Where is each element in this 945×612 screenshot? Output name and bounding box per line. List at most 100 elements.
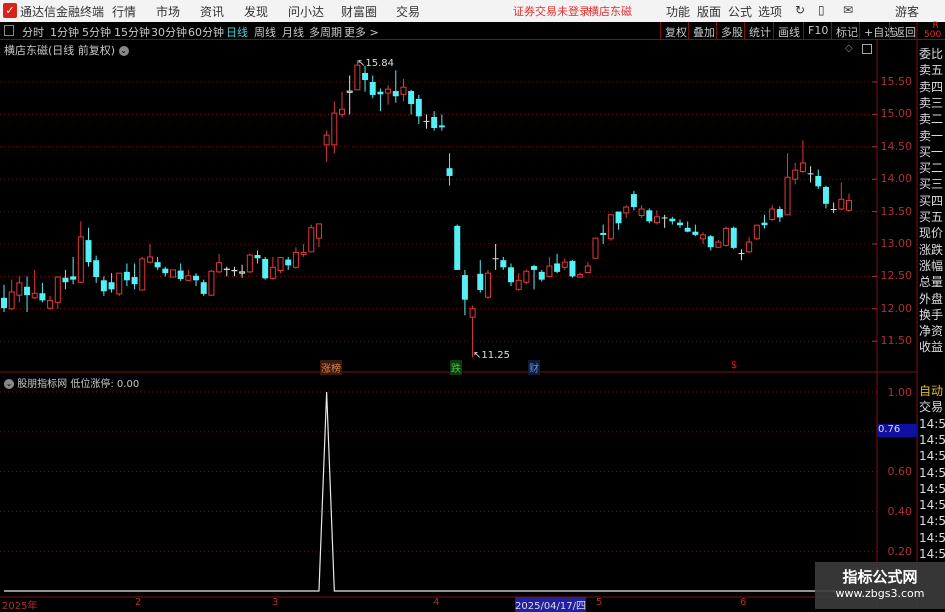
candle-body-down xyxy=(362,72,369,81)
candle-body-up xyxy=(546,265,553,277)
candle-body-down xyxy=(692,231,699,235)
indicator-tick: 0.20 xyxy=(887,545,913,558)
candle-body-up xyxy=(277,257,284,272)
candle-body-down xyxy=(24,286,31,296)
candle-body-up xyxy=(315,223,322,239)
candle-body-down xyxy=(62,277,69,283)
candle-body-up xyxy=(31,292,38,299)
candle-body-down xyxy=(108,282,115,290)
quote-field-label: 总量 xyxy=(919,275,944,290)
candle-body-down xyxy=(684,227,691,232)
candle-body-down xyxy=(423,120,430,122)
quote-field-label: 卖四 xyxy=(919,79,944,94)
candle-body-up xyxy=(799,162,806,172)
candle-body-up xyxy=(146,256,153,263)
candle-body-down xyxy=(431,116,438,129)
candle-body-down xyxy=(377,91,384,95)
candle-body-down xyxy=(70,276,77,280)
candle-body-down xyxy=(454,225,461,270)
chevron-down-icon[interactable]: ⌄ xyxy=(4,379,14,389)
candle-body-up xyxy=(54,276,61,303)
candle-body-down xyxy=(477,273,484,291)
quote-field-label: 收益 xyxy=(919,340,944,355)
candle-body-up xyxy=(208,270,215,296)
marker-finance[interactable]: 财 xyxy=(528,360,540,375)
quote-field-label: 买二 xyxy=(919,161,944,176)
trade-time: 14:56 xyxy=(919,416,945,431)
candle-body-up xyxy=(469,308,476,318)
low-price-value: 11.25 xyxy=(481,350,511,361)
candle-body-down xyxy=(131,277,138,285)
candle-body-down xyxy=(223,268,230,270)
candle-body-up xyxy=(607,214,614,240)
candle-body-down xyxy=(254,255,261,259)
quote-field-label: 换手 xyxy=(919,307,944,322)
marker-limit-up-list[interactable]: 涨榜 xyxy=(320,360,342,375)
candle-body-up xyxy=(77,236,84,283)
price-tick-label: 15.00 xyxy=(880,107,913,121)
low-price-label: ↖11.25 xyxy=(473,350,511,361)
candle-body-up xyxy=(47,299,54,309)
candle-body-up xyxy=(515,279,522,290)
candle-body-up xyxy=(715,241,722,248)
candle-body-down xyxy=(569,260,576,277)
candle-body-up xyxy=(400,86,407,95)
candle-body-up xyxy=(561,261,568,268)
candle-body-down xyxy=(730,227,737,248)
candle-body-down xyxy=(93,260,100,278)
candle-body-down xyxy=(738,253,745,255)
quote-field-label: 卖三 xyxy=(919,95,944,110)
indicator-tick: 1.00 xyxy=(887,386,913,399)
indicator-name: 股朋指标网 xyxy=(17,379,68,390)
candle-body-down xyxy=(492,258,499,260)
quote-field-label: 买五 xyxy=(919,210,944,224)
quote-field-label: 涨幅 xyxy=(919,258,944,273)
candle-body-up xyxy=(16,282,23,296)
candle-body-down xyxy=(707,236,714,248)
candle-body-down xyxy=(661,217,668,219)
candle-body-up xyxy=(292,251,299,268)
candle-body-up xyxy=(592,237,599,259)
quote-field-label: 现价 xyxy=(919,226,944,241)
quote-field-label: 外盘 xyxy=(919,291,944,306)
price-tick-label: 11.50 xyxy=(880,334,913,348)
candle-body-down xyxy=(438,125,445,128)
candle-body-down xyxy=(669,218,676,222)
trade-time: 14:56 xyxy=(919,481,945,496)
kline-chart[interactable] xyxy=(0,0,945,609)
candle-body-up xyxy=(784,176,791,216)
candle-body-up xyxy=(185,275,192,281)
candle-body-up xyxy=(700,234,707,240)
candle-body-up xyxy=(577,273,584,278)
candle-body-down xyxy=(200,282,207,294)
candle-body-up xyxy=(339,108,345,115)
marker-fall[interactable]: 跌 xyxy=(450,360,462,375)
candle-body-up xyxy=(323,134,330,146)
candle-body-up xyxy=(769,208,776,220)
candle-body-up xyxy=(653,216,660,224)
trade-time: 14:56 xyxy=(919,514,945,529)
candle-body-down xyxy=(646,210,653,222)
trade-time: 14:56 xyxy=(919,530,945,545)
quote-field-label: 委比 xyxy=(919,47,944,61)
candle-body-up xyxy=(239,271,246,274)
candle-body-up xyxy=(746,241,753,253)
quote-field-label: 卖一 xyxy=(919,128,944,143)
candle-body-up xyxy=(623,206,630,214)
candle-body-down xyxy=(830,209,837,211)
candle-body-down xyxy=(677,222,683,226)
quote-field-label: 买四 xyxy=(919,193,944,208)
candle-body-down xyxy=(815,175,822,187)
quote-field-label: 卖二 xyxy=(919,112,944,127)
marker-dollar[interactable]: $ xyxy=(730,360,738,371)
candle-body-up xyxy=(139,258,146,291)
candle-body-down xyxy=(369,82,376,95)
candle-body-down xyxy=(630,194,637,208)
watermark-title: 指标公式网 xyxy=(842,568,918,586)
price-tick-label: 15.50 xyxy=(880,75,913,88)
candle-body-up xyxy=(8,291,15,310)
indicator-line xyxy=(4,391,849,592)
candle-body-down xyxy=(776,209,783,218)
candle-body-up xyxy=(246,254,253,273)
price-tick-label: 13.50 xyxy=(880,204,913,218)
